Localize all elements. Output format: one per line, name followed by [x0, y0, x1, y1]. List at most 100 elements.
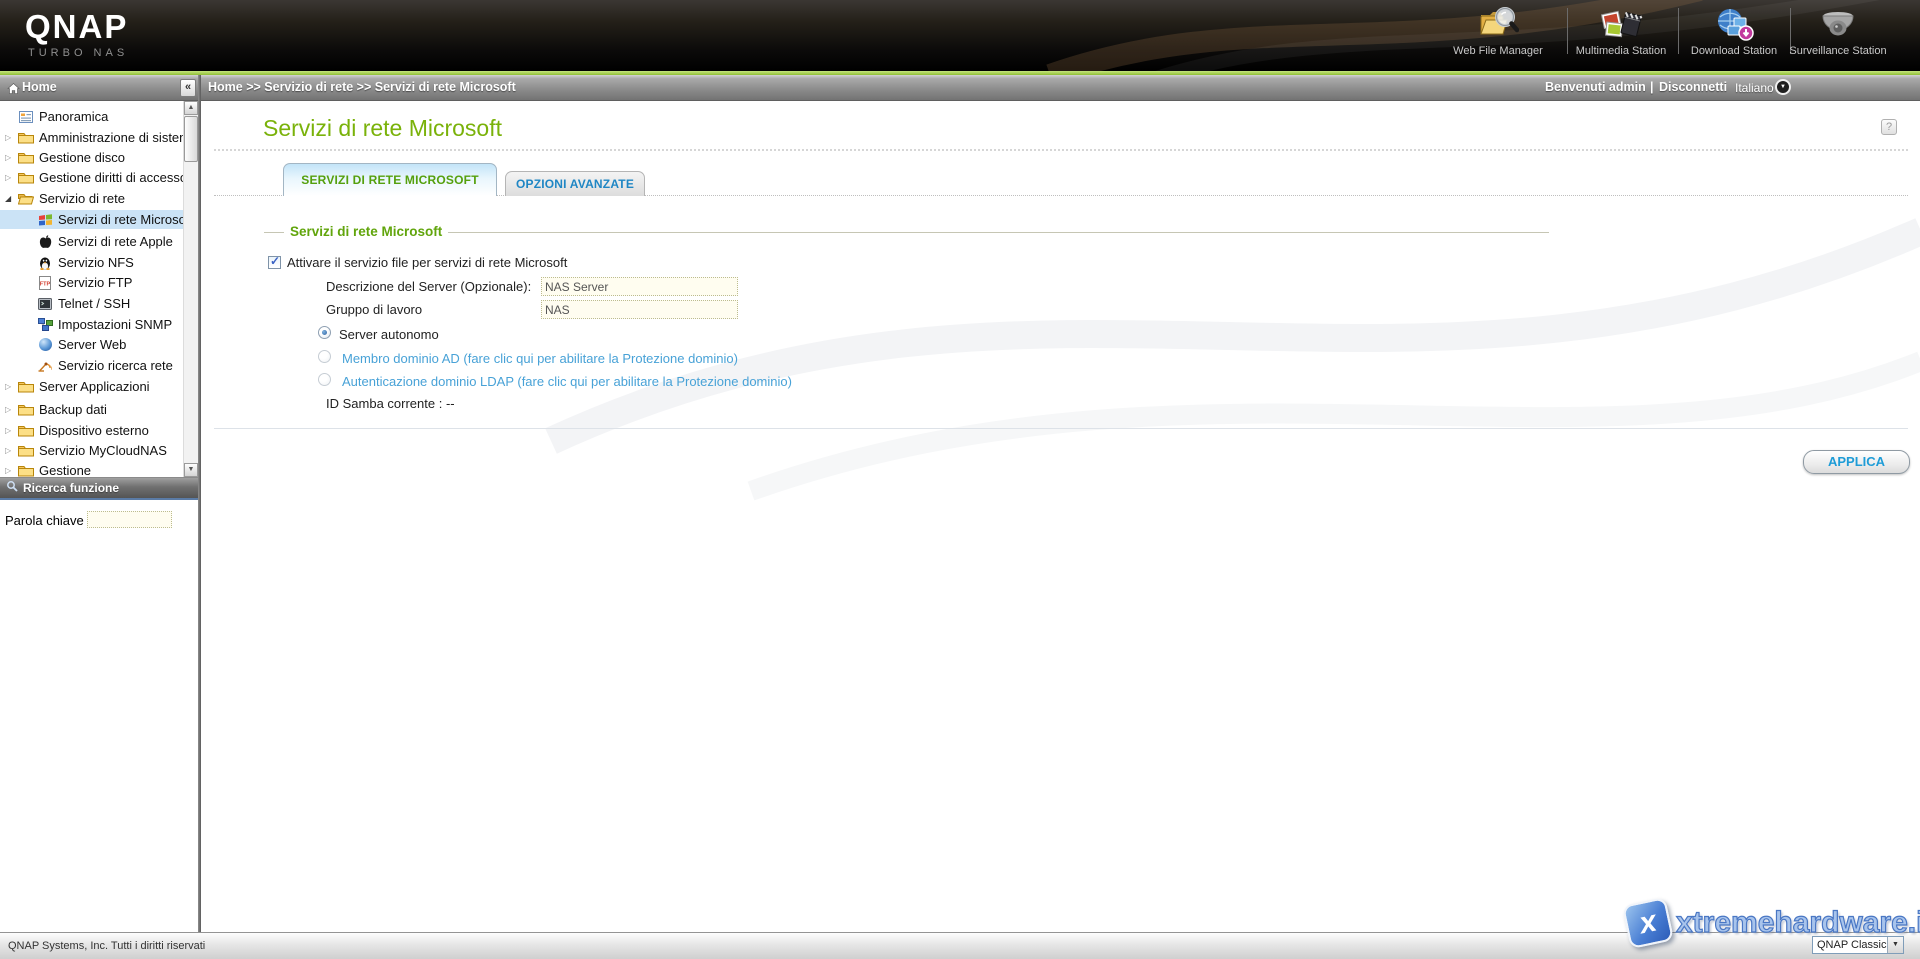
ad-domain-label[interactable]: Membro dominio AD (fare clic qui per abi…	[342, 351, 738, 366]
sidebar-item-servizio-di-rete[interactable]: ◢ Servizio di rete	[0, 189, 183, 208]
tree-expand-icon[interactable]: ▷	[5, 173, 17, 182]
server-description-input[interactable]	[541, 277, 738, 296]
multimedia-station-icon	[1569, 3, 1673, 45]
web-file-manager-icon	[1446, 3, 1550, 45]
download-station-icon	[1682, 3, 1786, 45]
terminal-icon	[36, 296, 54, 311]
main-content: Servizi di rete Microsoft ? SERVIZI DI R…	[201, 101, 1920, 932]
radar-antenna-icon	[36, 358, 54, 373]
sidebar-main-divider	[198, 75, 201, 932]
page-title: Servizi di rete Microsoft	[263, 115, 502, 142]
settings-panel: Servizi di rete Microsoft Attivare il se…	[214, 195, 1908, 429]
standalone-server-radio[interactable]	[318, 326, 331, 339]
scroll-up-button[interactable]: ▲	[184, 101, 198, 115]
sidebar-item-gestione-disco[interactable]: ▷ Gestione disco	[0, 148, 183, 167]
server-description-label: Descrizione del Server (Opzionale):	[326, 279, 531, 294]
ftp-document-icon: FTP	[36, 275, 54, 290]
keyword-label: Parola chiave :	[5, 513, 91, 528]
copyright-text: QNAP Systems, Inc. Tutti i diritti riser…	[8, 940, 205, 952]
sidebar-item-gestione-diritti-di-accesso[interactable]: ▷ Gestione diritti di accesso	[0, 168, 183, 187]
sidebar-item-servizio-nfs[interactable]: Servizio NFS	[0, 253, 183, 272]
overview-icon	[17, 109, 35, 124]
folder-icon	[17, 423, 35, 438]
tree-expand-icon[interactable]: ▷	[5, 133, 17, 142]
header-divider	[1567, 8, 1568, 54]
home-icon	[7, 82, 20, 100]
sidebar-item-dispositivo-esterno[interactable]: ▷ Dispositivo esterno	[0, 421, 183, 440]
sidebar-item-servizi-di-rete-microsoft[interactable]: Servizi di rete Microsoft	[0, 210, 183, 229]
tree-scrollbar[interactable]: ▲ ▼	[183, 101, 198, 477]
welcome-separator: |	[1650, 80, 1654, 94]
sidebar-item-amministrazione-di-sistema[interactable]: ▷ Amministrazione di sistema	[0, 128, 183, 147]
sidebar-item-server-applicazioni[interactable]: ▷ Server Applicazioni	[0, 377, 183, 396]
sidebar-item-panoramica[interactable]: Panoramica	[0, 107, 183, 126]
ldap-domain-radio[interactable]	[318, 373, 331, 386]
enable-service-row: Attivare il servizio file per servizi di…	[268, 253, 567, 271]
tree-expand-icon[interactable]: ▷	[5, 446, 17, 455]
snmp-network-icon	[36, 317, 54, 332]
app-label: Web File Manager	[1446, 45, 1550, 57]
app-label: Surveillance Station	[1786, 45, 1890, 57]
sidebar-item-servizio-mycloudnas[interactable]: ▷ Servizio MyCloudNAS	[0, 441, 183, 460]
turbo-nas-label: TURBO NAS	[28, 47, 128, 59]
tree-expand-icon[interactable]: ▷	[5, 382, 17, 391]
sidebar-item-backup-dati[interactable]: ▷ Backup dati	[0, 400, 183, 419]
theme-select[interactable]: QNAP Classic ▼	[1812, 936, 1904, 954]
tab-servizi-di-rete-microsoft[interactable]: SERVIZI DI RETE MICROSOFT	[283, 163, 497, 196]
app-label: Download Station	[1682, 45, 1786, 57]
enable-service-checkbox[interactable]	[268, 256, 281, 269]
logout-link[interactable]: Disconnetti	[1659, 80, 1727, 94]
folder-icon	[17, 443, 35, 458]
ad-domain-radio[interactable]	[318, 350, 331, 363]
ldap-domain-label[interactable]: Autenticazione dominio LDAP (fare clic q…	[342, 374, 792, 389]
sidebar-item-gestione[interactable]: ▷ Gestione	[0, 461, 183, 477]
tree-expand-icon[interactable]: ▷	[5, 466, 17, 475]
surveillance-station-shortcut[interactable]: Surveillance Station	[1786, 3, 1890, 57]
language-label[interactable]: Italiano	[1735, 81, 1774, 95]
workgroup-input[interactable]	[541, 300, 738, 319]
folder-icon	[17, 130, 35, 145]
sidebar-item-servizio-ftp[interactable]: FTP Servizio FTP	[0, 273, 183, 292]
sidebar-item-servizio-ricerca-rete[interactable]: Servizio ricerca rete	[0, 356, 183, 375]
theme-select-value: QNAP Classic	[1813, 939, 1887, 951]
breadcrumb[interactable]: Home >> Servizio di rete >> Servizi di r…	[208, 80, 516, 94]
workgroup-label: Gruppo di lavoro	[326, 302, 422, 317]
sidebar-item-telnet-ssh[interactable]: Telnet / SSH	[0, 294, 183, 313]
search-icon	[6, 479, 18, 497]
multimedia-station-shortcut[interactable]: Multimedia Station	[1569, 3, 1673, 57]
folder-icon	[17, 402, 35, 417]
navigation-tree: Panoramica ▷ Amministrazione di sistema …	[0, 101, 198, 477]
download-station-shortcut[interactable]: Download Station	[1682, 3, 1786, 57]
sidebar-item-server-web[interactable]: Server Web	[0, 335, 183, 354]
folder-icon	[17, 379, 35, 394]
web-file-manager-shortcut[interactable]: Web File Manager	[1446, 3, 1550, 57]
keyword-input[interactable]	[87, 511, 172, 528]
surveillance-station-icon	[1786, 3, 1890, 45]
tree-expand-icon[interactable]: ▷	[5, 405, 17, 414]
help-icon[interactable]: ?	[1881, 119, 1897, 135]
sidebar-collapse-button[interactable]: «	[180, 79, 196, 97]
folder-open-icon	[17, 191, 35, 206]
sidebar-item-servizi-di-rete-apple[interactable]: Servizi di rete Apple	[0, 232, 183, 251]
linux-tux-icon	[36, 255, 54, 270]
welcome-text: Benvenuti admin	[1545, 80, 1646, 94]
scrollbar-thumb[interactable]	[184, 116, 198, 162]
apple-icon	[36, 234, 54, 249]
top-header: QNAP TURBO NAS Web File Manager	[0, 0, 1920, 71]
tab-opzioni-avanzate[interactable]: OPZIONI AVANZATE	[505, 171, 645, 196]
apply-button[interactable]: APPLICA	[1803, 450, 1910, 474]
globe-icon	[36, 337, 54, 352]
tree-collapse-icon[interactable]: ◢	[5, 194, 17, 203]
sidebar-item-impostazioni-snmp[interactable]: Impostazioni SNMP	[0, 315, 183, 334]
folder-icon	[17, 170, 35, 185]
theme-select-arrow-icon: ▼	[1887, 937, 1903, 953]
breadcrumb-bar: Home « Home >> Servizio di rete >> Servi…	[0, 75, 1920, 101]
sidebar-title: Home	[22, 80, 57, 94]
standalone-server-label: Server autonomo	[339, 327, 439, 342]
tree-expand-icon[interactable]: ▷	[5, 426, 17, 435]
folder-icon	[17, 463, 35, 477]
language-dropdown-icon[interactable]: ▼	[1775, 79, 1791, 95]
qnap-admin-ui: QNAP TURBO NAS Web File Manager	[0, 0, 1920, 959]
tree-expand-icon[interactable]: ▷	[5, 153, 17, 162]
scroll-down-button[interactable]: ▼	[184, 463, 198, 477]
